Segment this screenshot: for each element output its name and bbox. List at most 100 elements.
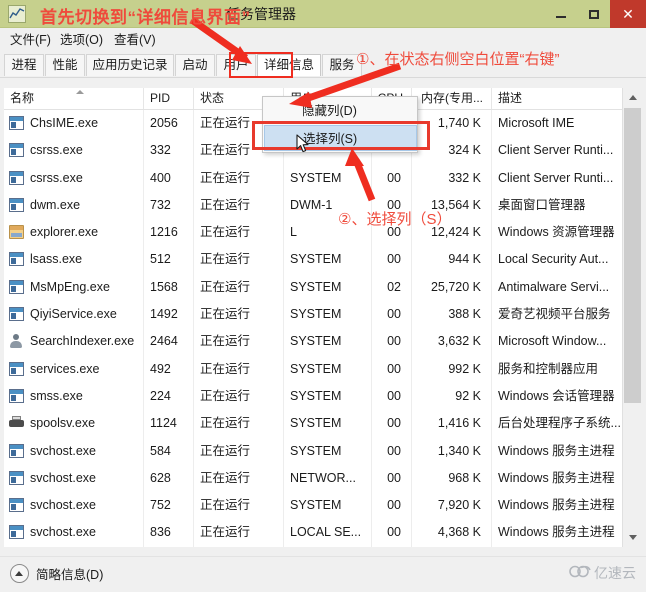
cell-name: QiyiService.exe <box>4 301 144 328</box>
table-row[interactable]: explorer.exe1216正在运行L0012,424 KWindows 资… <box>4 219 642 246</box>
tab-strip: 进程性能应用历史记录启动用户详细信息服务 <box>0 52 646 78</box>
menu-item-options[interactable]: 选项(O) <box>58 31 105 49</box>
minimize-button[interactable] <box>544 0 577 28</box>
column-header-name[interactable]: 名称 <box>4 88 144 109</box>
table-row[interactable]: MsMpEng.exe1568正在运行SYSTEM0225,720 KAntim… <box>4 274 642 301</box>
cell-mem: 388 K <box>412 301 492 328</box>
table-row[interactable]: dwm.exe732正在运行DWM-10013,564 K桌面窗口管理器 <box>4 192 642 219</box>
scrollbar-thumb[interactable] <box>624 108 641 403</box>
process-list[interactable]: ChsIME.exe2056正在运行1,740 KMicrosoft IMEcs… <box>4 110 642 547</box>
cell-desc: Windows 服务主进程 <box>492 438 622 465</box>
cell-status: 正在运行 <box>194 356 284 383</box>
cell-name: ChsIME.exe <box>4 110 144 137</box>
cell-desc: Antimalware Servi... <box>492 274 622 301</box>
cell-desc: Microsoft Window... <box>492 328 622 355</box>
fewer-details-button[interactable]: 简略信息(D) <box>10 564 103 583</box>
cell-mem: 7,920 K <box>412 492 492 519</box>
table-row[interactable]: spoolsv.exe1124正在运行SYSTEM001,416 K后台处理程序… <box>4 410 642 437</box>
table-row[interactable]: svchost.exe836正在运行LOCAL SE...004,368 KWi… <box>4 519 642 546</box>
cell-pid: 584 <box>144 438 194 465</box>
table-row[interactable]: SearchIndexer.exe2464正在运行SYSTEM003,632 K… <box>4 328 642 355</box>
tab-3[interactable]: 应用历史记录 <box>86 54 174 76</box>
cell-mem: 92 K <box>412 383 492 410</box>
cell-cpu: 00 <box>372 438 412 465</box>
cell-desc: 桌面窗口管理器 <box>492 192 622 219</box>
table-row[interactable]: svchost.exe752正在运行SYSTEM007,920 KWindows… <box>4 492 642 519</box>
cell-status: 正在运行 <box>194 246 284 273</box>
scroll-down-button[interactable] <box>623 528 642 547</box>
table-row[interactable]: services.exe492正在运行SYSTEM00992 K服务和控制器应用 <box>4 356 642 383</box>
cell-desc: Local Security Aut... <box>492 246 622 273</box>
cell-desc: 爱奇艺视频平台服务 <box>492 301 622 328</box>
cell-name: svchost.exe <box>4 438 144 465</box>
cell-mem: 3,632 K <box>412 328 492 355</box>
column-header-label: 内存(专用... <box>421 91 483 105</box>
cell-name: svchost.exe <box>4 519 144 546</box>
maximize-button[interactable] <box>577 0 610 28</box>
cell-pid: 512 <box>144 246 194 273</box>
cell-name: csrss.exe <box>4 165 144 192</box>
cell-status: 正在运行 <box>194 192 284 219</box>
cell-cpu: 00 <box>372 383 412 410</box>
cell-desc: Client Server Runti... <box>492 137 622 164</box>
table-row[interactable]: smss.exe224正在运行SYSTEM0092 KWindows 会话管理器 <box>4 383 642 410</box>
cell-pid: 732 <box>144 192 194 219</box>
cell-desc: Windows 服务主进程 <box>492 465 622 492</box>
tab-label: 应用历史记录 <box>92 58 167 72</box>
column-header-mem[interactable]: 内存(专用... <box>412 88 492 109</box>
task-manager-window: 任务管理器 ✕ 文件(F) 选项(O) 查看(V) 进程性能应用历史记录启动用户… <box>0 0 646 592</box>
cell-cpu: 00 <box>372 192 412 219</box>
cell-status: 正在运行 <box>194 328 284 355</box>
menu-item-file[interactable]: 文件(F) <box>8 31 53 49</box>
table-row[interactable]: lsass.exe512正在运行SYSTEM00944 KLocal Secur… <box>4 246 642 273</box>
title-bar: 任务管理器 ✕ <box>0 0 646 28</box>
tab-2[interactable]: 性能 <box>45 54 85 76</box>
cell-user: SYSTEM <box>284 301 372 328</box>
tab-1[interactable]: 进程 <box>4 54 44 76</box>
cell-name: SearchIndexer.exe <box>4 328 144 355</box>
column-header-label: 名称 <box>10 91 34 105</box>
column-header-pid[interactable]: PID <box>144 88 194 109</box>
menu-item-view[interactable]: 查看(V) <box>112 31 158 49</box>
scroll-up-button[interactable] <box>623 88 642 107</box>
cell-mem: 25,720 K <box>412 274 492 301</box>
cell-name: spoolsv.exe <box>4 410 144 437</box>
cell-user: NETWOR... <box>284 465 372 492</box>
cell-status: 正在运行 <box>194 383 284 410</box>
cell-pid: 2464 <box>144 328 194 355</box>
cell-desc: Windows 会话管理器 <box>492 383 622 410</box>
cell-cpu: 00 <box>372 246 412 273</box>
cell-pid: 400 <box>144 165 194 192</box>
cell-user: SYSTEM <box>284 274 372 301</box>
watermark-text: 亿速云 <box>594 563 636 583</box>
cell-cpu: 00 <box>372 492 412 519</box>
cell-cpu: 00 <box>372 219 412 246</box>
cell-mem: 4,368 K <box>412 519 492 546</box>
cell-name: svchost.exe <box>4 465 144 492</box>
cell-pid: 1492 <box>144 301 194 328</box>
tab-7[interactable]: 服务 <box>322 54 362 76</box>
table-row[interactable]: svchost.exe628正在运行NETWOR...00968 KWindow… <box>4 465 642 492</box>
cell-name: csrss.exe <box>4 137 144 164</box>
tab-strip-divider <box>0 77 646 78</box>
cell-user: SYSTEM <box>284 328 372 355</box>
cell-mem: 12,424 K <box>412 219 492 246</box>
close-button[interactable]: ✕ <box>610 0 646 28</box>
status-bar: 简略信息(D) <box>0 556 646 592</box>
cell-pid: 1124 <box>144 410 194 437</box>
cell-pid: 1216 <box>144 219 194 246</box>
cell-desc: Windows 服务主进程 <box>492 492 622 519</box>
vertical-scrollbar[interactable] <box>622 88 642 547</box>
table-row[interactable]: csrss.exe400正在运行SYSTEM00332 KClient Serv… <box>4 165 642 192</box>
cell-status: 正在运行 <box>194 219 284 246</box>
cell-pid: 1568 <box>144 274 194 301</box>
cell-user: SYSTEM <box>284 165 372 192</box>
table-row[interactable]: svchost.exe584正在运行SYSTEM001,340 KWindows… <box>4 438 642 465</box>
column-header-desc[interactable]: 描述 <box>492 88 622 109</box>
cell-status: 正在运行 <box>194 301 284 328</box>
cell-name: dwm.exe <box>4 192 144 219</box>
cell-name: lsass.exe <box>4 246 144 273</box>
tab-4[interactable]: 启动 <box>175 54 215 76</box>
table-row[interactable]: QiyiService.exe1492正在运行SYSTEM00388 K爱奇艺视… <box>4 301 642 328</box>
cell-name: svchost.exe <box>4 492 144 519</box>
